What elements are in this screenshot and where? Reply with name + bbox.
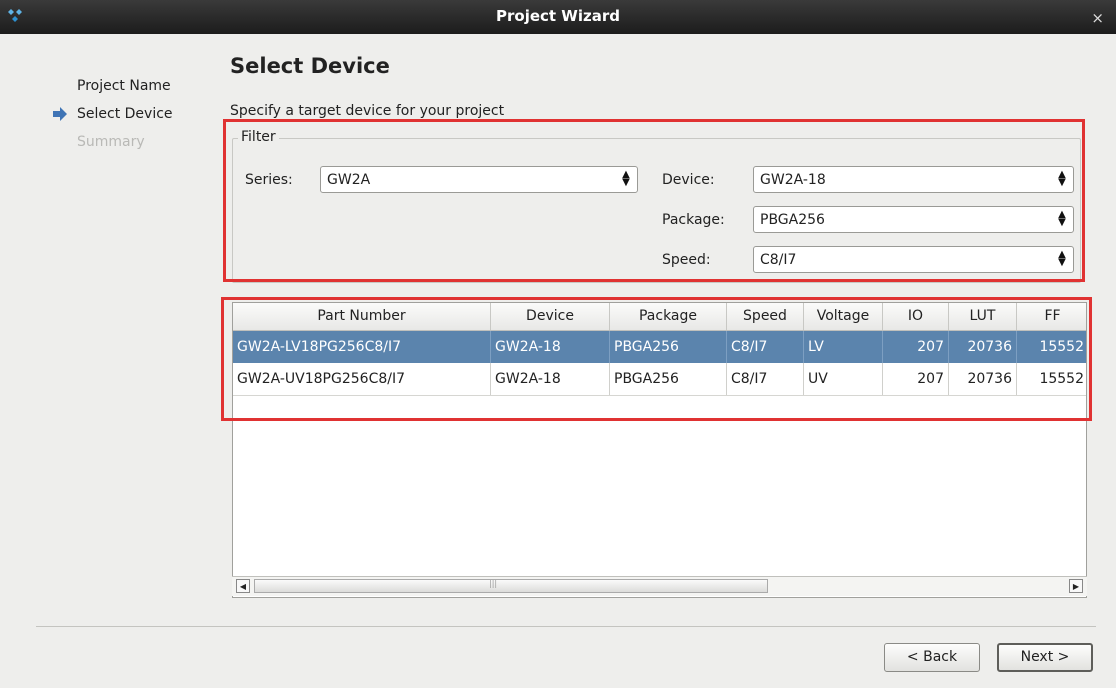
- cell-package: PBGA256: [610, 331, 727, 363]
- filter-legend: Filter: [238, 129, 279, 145]
- spin-updown-icon: ▲ ▼: [1058, 169, 1066, 188]
- cell-speed: C8/I7: [727, 331, 804, 363]
- cell-io: 207: [883, 363, 949, 395]
- cell-ff: 15552: [1039, 371, 1084, 387]
- package-label: Package:: [662, 212, 725, 228]
- scroll-right-icon[interactable]: ▶: [1069, 579, 1083, 593]
- title-bar: Project Wizard ×: [0, 0, 1116, 34]
- device-value: GW2A-18: [760, 172, 826, 188]
- col-part-number[interactable]: Part Number: [233, 303, 491, 330]
- series-select[interactable]: GW2A ▲ ▼: [320, 166, 638, 193]
- series-label: Series:: [245, 172, 293, 188]
- table-row[interactable]: GW2A-UV18PG256C8/I7 GW2A-18 PBGA256 C8/I…: [233, 363, 1086, 395]
- spin-updown-icon: ▲ ▼: [1058, 249, 1066, 268]
- speed-select[interactable]: C8/I7 ▲ ▼: [753, 246, 1074, 273]
- scroll-left-icon[interactable]: ◀: [236, 579, 250, 593]
- device-select[interactable]: GW2A-18 ▲ ▼: [753, 166, 1074, 193]
- cell-device: GW2A-18: [491, 331, 610, 363]
- next-button[interactable]: Next >: [997, 643, 1093, 672]
- col-package[interactable]: Package: [610, 303, 727, 330]
- col-voltage[interactable]: Voltage: [804, 303, 883, 330]
- cell-device: GW2A-18: [491, 363, 610, 395]
- page-subtitle: Specify a target device for your project: [230, 103, 505, 119]
- series-value: GW2A: [327, 172, 371, 188]
- cell-part-number: GW2A-LV18PG256C8/I7: [233, 331, 491, 363]
- page-title: Select Device: [230, 54, 390, 78]
- cell-speed: C8/I7: [727, 363, 804, 395]
- grip-icon: |||: [489, 579, 498, 588]
- device-label: Device:: [662, 172, 715, 188]
- device-table[interactable]: Part Number Device Package Speed Voltage…: [232, 302, 1087, 598]
- cell-voltage: LV: [804, 331, 883, 363]
- window-title: Project Wizard: [496, 7, 620, 25]
- speed-label: Speed:: [662, 252, 711, 268]
- footer-divider: [36, 626, 1096, 627]
- step-summary: Summary: [77, 134, 145, 150]
- speed-value: C8/I7: [760, 252, 797, 268]
- scrollbar-thumb[interactable]: [254, 579, 768, 593]
- col-speed[interactable]: Speed: [727, 303, 804, 330]
- cell-lut: 20736: [949, 363, 1017, 395]
- row-divider: [233, 395, 1086, 396]
- arrow-right-icon: [53, 107, 67, 121]
- col-io[interactable]: IO: [883, 303, 949, 330]
- cell-part-number: GW2A-UV18PG256C8/I7: [233, 363, 491, 395]
- cell-package: PBGA256: [610, 363, 727, 395]
- step-select-device: Select Device: [77, 106, 173, 122]
- close-icon[interactable]: ×: [1091, 9, 1104, 27]
- cell-lut: 20736: [949, 331, 1017, 363]
- spin-updown-icon: ▲ ▼: [1058, 209, 1066, 228]
- table-header: Part Number Device Package Speed Voltage…: [233, 303, 1086, 331]
- table-row[interactable]: GW2A-LV18PG256C8/I7 GW2A-18 PBGA256 C8/I…: [233, 331, 1086, 363]
- cell-voltage: UV: [804, 363, 883, 395]
- spin-updown-icon: ▲ ▼: [622, 169, 630, 188]
- col-lut[interactable]: LUT: [949, 303, 1017, 330]
- horizontal-scrollbar[interactable]: ◀ ||| ▶: [232, 576, 1087, 596]
- cell-ff: 15552: [1039, 339, 1084, 355]
- step-project-name: Project Name: [77, 78, 171, 94]
- package-select[interactable]: PBGA256 ▲ ▼: [753, 206, 1074, 233]
- back-button[interactable]: < Back: [884, 643, 980, 672]
- package-value: PBGA256: [760, 212, 825, 228]
- col-device[interactable]: Device: [491, 303, 610, 330]
- cell-io: 207: [883, 331, 949, 363]
- col-ff[interactable]: FF: [1017, 303, 1086, 330]
